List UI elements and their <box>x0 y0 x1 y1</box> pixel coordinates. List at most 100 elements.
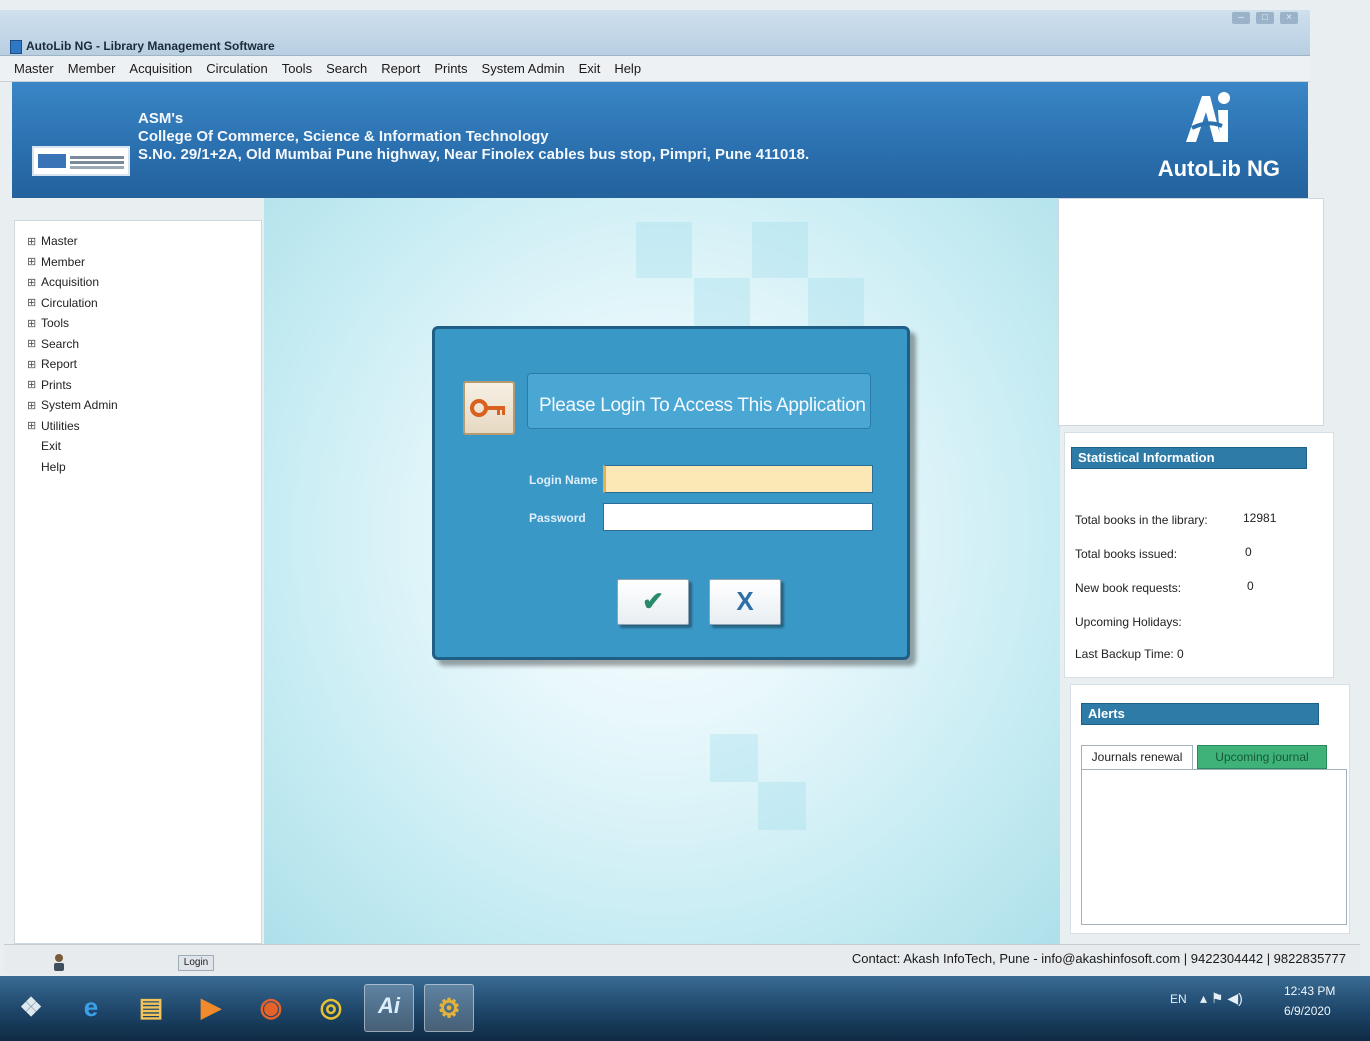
taskbar-internet-explorer[interactable]: e <box>66 984 116 1032</box>
tree-node-tools[interactable]: ⊞ Tools <box>27 313 261 334</box>
tab-upcoming-journal[interactable]: Upcoming journal <box>1197 745 1327 769</box>
tree-node-exit[interactable]: Exit <box>27 436 261 457</box>
tree-node-help[interactable]: Help <box>27 457 261 478</box>
tree-node-label: Exit <box>41 439 62 454</box>
ok-button[interactable]: ✔ <box>617 579 689 625</box>
tree-node-label: Tools <box>41 316 70 331</box>
tree-node-label: Prints <box>41 377 72 392</box>
tree-node-report[interactable]: ⊞ Report <box>27 354 261 375</box>
tree-node-circulation[interactable]: ⊞ Circulation <box>27 293 261 314</box>
tree-node-label: Report <box>41 357 78 372</box>
app-icon: ⚙ <box>437 993 461 1023</box>
tree-node-label: Search <box>41 336 80 351</box>
tree-node-label: System Admin <box>41 398 118 413</box>
stat-label: Total books in the library: <box>1075 513 1208 527</box>
tree-node-label: Acquisition <box>41 275 100 290</box>
stat-label: New book requests: <box>1075 581 1182 595</box>
login-name-label: Login Name <box>529 473 598 487</box>
password-label: Password <box>529 511 586 525</box>
menu-member[interactable]: Member <box>68 61 116 76</box>
expand-icon[interactable]: ⊞ <box>27 358 41 371</box>
system-tray-icons[interactable]: ▴ ⚑ ◀) <box>1200 990 1243 1007</box>
login-heading: Please Login To Access This Application <box>539 395 866 416</box>
menu-prints[interactable]: Prints <box>434 61 467 76</box>
menu-help[interactable]: Help <box>614 61 641 76</box>
windows-logo-icon: ❖ <box>19 992 43 1022</box>
tree-node-system-admin[interactable]: ⊞ System Admin <box>27 395 261 416</box>
window-title: AutoLib NG - Library Management Software <box>26 39 275 53</box>
right-top-panel <box>1058 198 1324 426</box>
brand-name: AutoLib NG <box>1157 156 1280 181</box>
menu-circulation[interactable]: Circulation <box>206 61 267 76</box>
check-icon: ✔ <box>642 586 664 616</box>
org-full-name: College Of Commerce, Science & Informati… <box>138 128 549 145</box>
tree-node-member[interactable]: ⊞ Member <box>27 252 261 273</box>
menu-report[interactable]: Report <box>381 61 420 76</box>
window-controls: – □ × <box>1232 12 1298 24</box>
tree-node-label: Utilities <box>41 418 80 433</box>
tree-node-acquisition[interactable]: ⊞ Acquisition <box>27 272 261 293</box>
clock-time[interactable]: 12:43 PM <box>1284 984 1335 998</box>
tree-node-master[interactable]: ⊞ Master <box>27 231 261 252</box>
login-name-field[interactable] <box>603 465 873 493</box>
login-dialog: Please Login To Access This Application … <box>432 326 910 660</box>
stat-value: 0 <box>1245 545 1252 559</box>
tree-node-search[interactable]: ⊞ Search <box>27 334 261 355</box>
title-bar: AutoLib NG - Library Management Software… <box>0 10 1310 56</box>
stat-label: Last Backup Time: 0 <box>1075 647 1184 661</box>
expand-icon[interactable]: ⊞ <box>27 399 41 412</box>
menu-bar: Master Member Acquisition Circulation To… <box>0 56 1310 82</box>
menu-acquisition[interactable]: Acquisition <box>129 61 192 76</box>
menu-master[interactable]: Master <box>14 61 54 76</box>
expand-icon[interactable]: ⊞ <box>27 378 41 391</box>
stat-label: Upcoming Holidays: <box>1075 615 1182 629</box>
tree-node-prints[interactable]: ⊞ Prints <box>27 375 261 396</box>
menu-tools[interactable]: Tools <box>282 61 312 76</box>
expand-icon[interactable]: ⊞ <box>27 276 41 289</box>
clock-date[interactable]: 6/9/2020 <box>1284 1004 1331 1018</box>
expand-icon[interactable]: ⊞ <box>27 337 41 350</box>
maximize-button[interactable]: □ <box>1256 12 1274 24</box>
header-banner: ASM's College Of Commerce, Science & Inf… <box>12 82 1308 198</box>
contact-info: Contact: Akash InfoTech, Pune - info@aka… <box>851 951 1346 966</box>
menu-search[interactable]: Search <box>326 61 367 76</box>
background-pattern <box>636 222 692 278</box>
tree-node-utilities[interactable]: ⊞ Utilities <box>27 416 261 437</box>
expand-icon[interactable]: ⊞ <box>27 235 41 248</box>
taskbar-app-key[interactable]: ⚙ <box>424 984 474 1032</box>
stat-value: 12981 <box>1243 511 1277 525</box>
tree-node-label: Circulation <box>41 295 98 310</box>
background-pattern <box>710 734 758 782</box>
expand-icon[interactable]: ⊞ <box>27 296 41 309</box>
college-logo <box>32 146 130 176</box>
close-button[interactable]: × <box>1280 12 1298 24</box>
tree-node-label: Member <box>41 254 86 269</box>
expand-icon[interactable]: ⊞ <box>27 419 41 432</box>
background-pattern <box>758 782 806 830</box>
org-address: S.No. 29/1+2A, Old Mumbai Pune highway, … <box>138 146 810 163</box>
language-indicator[interactable]: EN <box>1170 992 1187 1006</box>
internet-explorer-icon: e <box>83 992 99 1022</box>
background-pattern <box>752 222 808 278</box>
cancel-button[interactable]: X <box>709 579 781 625</box>
tab-journals-renewal[interactable]: Journals renewal <box>1081 745 1193 769</box>
taskbar-media-player[interactable]: ▶ <box>186 984 236 1032</box>
start-button[interactable]: ❖ <box>6 984 56 1032</box>
taskbar: ❖ e ▤ ▶ ◉ ◎ Ai ⚙ EN ▴ ⚑ ◀) 12:43 PM 6/9/… <box>0 976 1370 1041</box>
password-field[interactable] <box>603 503 873 531</box>
alerts-heading: Alerts <box>1081 703 1319 725</box>
taskbar-autolib[interactable]: Ai <box>364 984 414 1032</box>
taskbar-firefox[interactable]: ◉ <box>246 984 296 1032</box>
statistics-heading: Statistical Information <box>1071 447 1307 469</box>
taskbar-file-explorer[interactable]: ▤ <box>126 984 176 1032</box>
user-icon <box>54 954 64 971</box>
taskbar-chrome[interactable]: ◎ <box>306 984 356 1032</box>
menu-exit[interactable]: Exit <box>579 61 601 76</box>
stat-label: Total books issued: <box>1075 547 1178 561</box>
app-icon <box>10 40 22 54</box>
expand-icon[interactable]: ⊞ <box>27 317 41 330</box>
minimize-button[interactable]: – <box>1232 12 1250 24</box>
expand-icon[interactable]: ⊞ <box>27 255 41 268</box>
stat-value: 0 <box>1247 579 1254 593</box>
menu-system-admin[interactable]: System Admin <box>482 61 565 76</box>
